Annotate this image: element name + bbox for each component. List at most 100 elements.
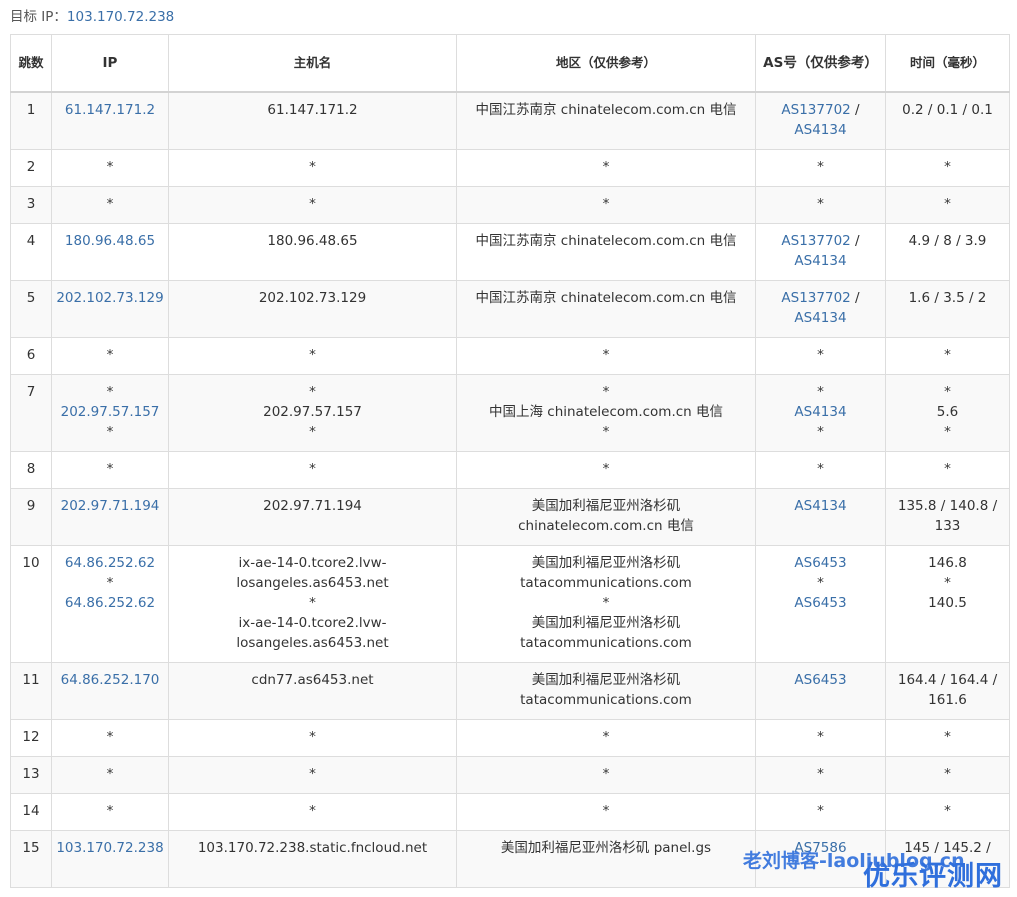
ip-link[interactable]: 202.97.71.194	[61, 498, 160, 514]
hop-number: 13	[22, 766, 40, 782]
region-line: tatacommunications.com	[520, 635, 692, 651]
ip-line: *	[56, 764, 164, 784]
table-row: 15 103.170.72.238 103.170.72.238.static.fn…	[10, 830, 1010, 888]
as-line: AS6453	[760, 593, 881, 613]
as-link[interactable]: AS4134	[794, 498, 846, 514]
region-line: *	[602, 196, 610, 212]
hostname-cell: 103.170.72.238.static.fncloud.net	[168, 830, 457, 888]
region-cell: 中国江苏南京 chinatelecom.com.cn 电信	[456, 223, 756, 281]
ip-missing: *	[106, 384, 114, 400]
as-link[interactable]: AS137702	[781, 290, 850, 306]
ip-link[interactable]: 103.170.72.238	[56, 840, 163, 856]
region-line: *	[602, 803, 610, 819]
header-hop: 跳数	[10, 34, 52, 93]
ip-missing: *	[106, 196, 114, 212]
as-separator: /	[850, 290, 860, 306]
time-line: *	[944, 729, 951, 745]
as-cell: AS137702 / AS4134	[755, 280, 886, 338]
as-link[interactable]: AS6453	[794, 555, 846, 571]
region-cell: 中国江苏南京 chinatelecom.com.cn 电信	[456, 280, 756, 338]
as-link[interactable]: AS7586	[794, 840, 846, 856]
time-cell: * 5.6 *	[885, 374, 1010, 452]
hostname-line: 61.147.171.2	[267, 102, 358, 118]
hop-cell: 4	[10, 223, 52, 281]
as-line: *	[760, 727, 881, 747]
hostname-line: cdn77.as6453.net	[251, 672, 374, 688]
as-link[interactable]: AS137702	[781, 102, 850, 118]
ip-link[interactable]: 64.86.252.62	[65, 555, 155, 571]
ip-link[interactable]: 202.102.73.129	[56, 290, 163, 306]
hop-number: 8	[26, 461, 36, 477]
as-link[interactable]: AS137702	[781, 233, 850, 249]
time-line: 135.8 / 140.8 /	[897, 498, 998, 514]
time-line: *	[944, 803, 951, 819]
hostname-cell: 180.96.48.65	[168, 223, 457, 281]
as-separator: /	[850, 233, 860, 249]
hop-cell: 3	[10, 186, 52, 224]
ip-cell: 180.96.48.65	[51, 223, 169, 281]
hop-cell: 12	[10, 719, 52, 757]
as-link[interactable]: AS4134	[794, 310, 846, 326]
time-cell: *	[885, 186, 1010, 224]
as-line: *	[760, 194, 881, 214]
region-line: *	[602, 595, 610, 611]
as-link[interactable]: AS4134	[794, 122, 846, 138]
hostname-cell: *	[168, 337, 457, 375]
as-cell: AS6453	[755, 662, 886, 720]
as-cell: *	[755, 186, 886, 224]
hop-number: 1	[26, 102, 36, 118]
ip-link[interactable]: 64.86.252.170	[61, 672, 160, 688]
ip-line: 103.170.72.238	[56, 838, 164, 858]
as-cell: * AS4134 *	[755, 374, 886, 452]
hop-cell: 15	[10, 830, 52, 888]
hostname-cell: *	[168, 756, 457, 794]
as-line: AS137702 /	[760, 231, 881, 251]
as-cell: *	[755, 451, 886, 489]
region-cell: 美国加利福尼亚州洛杉矶 chinatelecom.com.cn 电信	[456, 488, 756, 546]
traceroute-rows: 1 61.147.171.2 61.147.171.2 中国江苏南京 chinatel…	[10, 91, 1010, 888]
as-line: AS4134	[760, 402, 881, 422]
ip-line: *	[56, 727, 164, 747]
hostname-cell: 202.102.73.129	[168, 280, 457, 338]
hostname-line: *	[309, 461, 316, 477]
table-row: 8 * * * * *	[10, 451, 1010, 489]
as-separator: *	[817, 575, 824, 591]
ip-cell: *	[51, 186, 169, 224]
hop-cell: 7	[10, 374, 52, 452]
table-row: 7 * 202.97.57.157 * * 202.97.57.157 * * 中国上海 chi…	[10, 374, 1010, 452]
as-line: *	[760, 157, 881, 177]
ip-line: 64.86.252.62	[56, 553, 164, 573]
target-ip-link[interactable]: 103.170.72.238	[67, 9, 174, 25]
time-line: *	[944, 196, 951, 212]
region-line: tatacommunications.com	[520, 575, 692, 591]
as-line: *	[760, 345, 881, 365]
time-cell: 145 / 145.2 /	[885, 830, 1010, 888]
as-separator: *	[817, 803, 824, 819]
table-row: 9 202.97.71.194 202.97.71.194 美国加利福尼亚州洛杉矶 ch…	[10, 488, 1010, 546]
region-cell: *	[456, 186, 756, 224]
ip-link[interactable]: 61.147.171.2	[65, 102, 155, 118]
ip-link[interactable]: 64.86.252.62	[65, 595, 155, 611]
ip-cell: 202.102.73.129	[51, 280, 169, 338]
time-cell: *	[885, 756, 1010, 794]
ip-line: 64.86.252.62	[56, 593, 164, 613]
time-line: *	[944, 159, 951, 175]
ip-link[interactable]: 202.97.57.157	[61, 404, 160, 420]
target-ip-line: 目标 IP：103.170.72.238	[10, 4, 174, 30]
as-link[interactable]: AS4134	[794, 253, 846, 269]
ip-cell: 64.86.252.62 * 64.86.252.62	[51, 545, 169, 663]
time-line: 146.8	[928, 555, 967, 571]
ip-link[interactable]: 180.96.48.65	[65, 233, 155, 249]
hostname-line: *	[309, 347, 316, 363]
region-cell: *	[456, 793, 756, 831]
table-row: 5 202.102.73.129 202.102.73.129 中国江苏南京 chin…	[10, 280, 1010, 338]
time-line: 5.6	[936, 404, 959, 420]
as-link[interactable]: AS4134	[794, 404, 846, 420]
time-cell: *	[885, 149, 1010, 187]
as-separator: *	[817, 729, 824, 745]
as-link[interactable]: AS6453	[794, 595, 846, 611]
hop-cell: 14	[10, 793, 52, 831]
as-separator: *	[817, 424, 824, 440]
region-cell: *	[456, 756, 756, 794]
as-link[interactable]: AS6453	[794, 672, 846, 688]
